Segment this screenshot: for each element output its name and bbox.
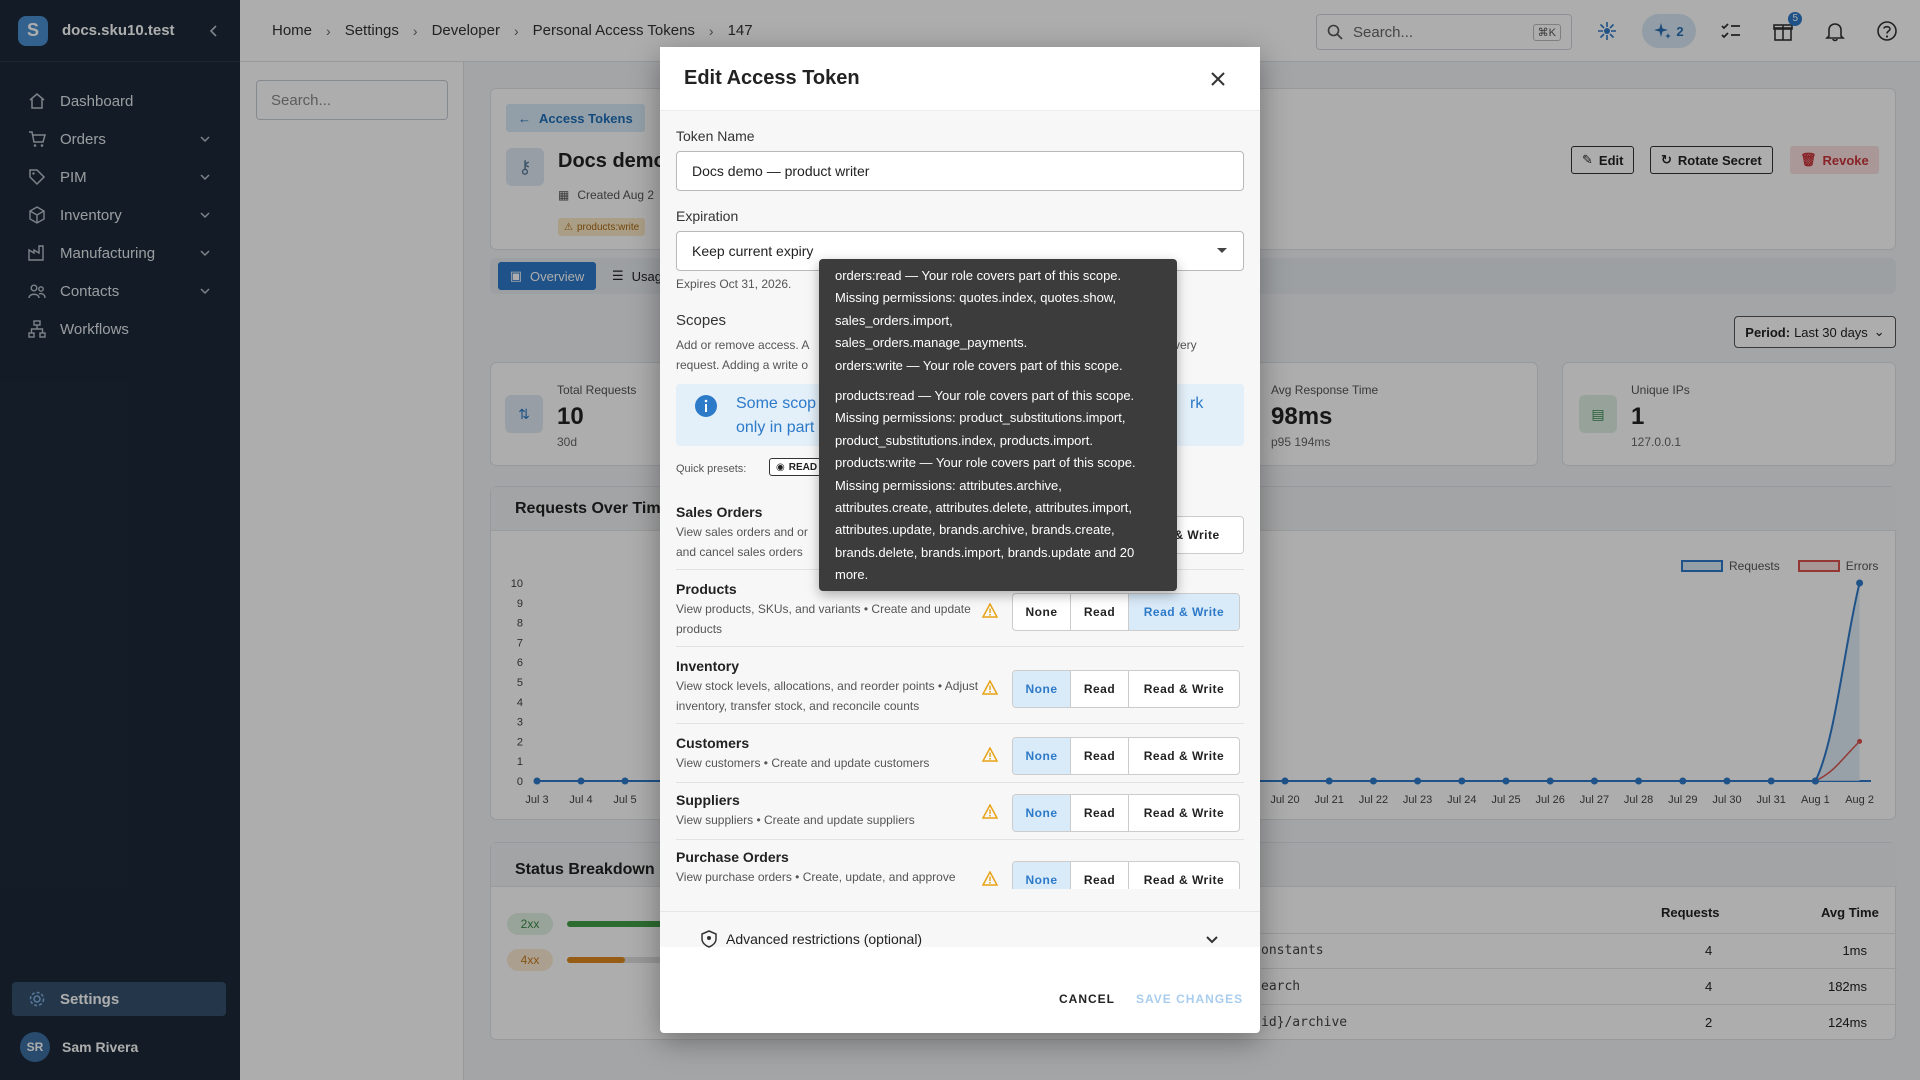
advanced-restrictions-toggle[interactable]: Advanced restrictions (optional)	[676, 918, 1244, 960]
scope-list-clip: Purchase Orders View purchase orders • C…	[660, 847, 1260, 889]
purchase-orders-access-toggle[interactable]: None Read Read & Write	[1012, 861, 1240, 889]
scope-desc: View customers • Create and update custo…	[676, 756, 930, 770]
info-line-1: Some scop	[736, 395, 817, 412]
suppliers-access-toggle[interactable]: None Read Read & Write	[1012, 794, 1240, 832]
tooltip-line: Missing permissions: quotes.index, quote…	[835, 290, 1117, 306]
option-read[interactable]: Read	[1071, 862, 1129, 889]
tooltip-line: Missing permissions: product_substitutio…	[835, 410, 1126, 426]
info-icon	[695, 395, 717, 417]
warning-icon	[982, 603, 998, 618]
tooltip-line: orders:read — Your role covers part of t…	[835, 268, 1122, 283]
scope-desc: View suppliers • Create and update suppl…	[676, 813, 915, 827]
option-read[interactable]: Read	[1071, 671, 1129, 707]
option-read-write[interactable]: Read & Write	[1129, 862, 1239, 889]
save-changes-button[interactable]: SAVE CHANGES	[1136, 992, 1243, 1006]
scopes-label: Scopes	[676, 312, 727, 329]
warning-icon	[982, 804, 998, 819]
chevron-down-icon	[1206, 936, 1218, 944]
close-icon[interactable]	[1206, 67, 1230, 91]
tooltip-line: more.	[835, 567, 869, 583]
scope-desc: View stock levels, allocations, and reor…	[676, 679, 979, 713]
scope-desc: View purchase orders • Create, update, a…	[676, 870, 956, 884]
preset-read-button[interactable]: ◉ READ	[769, 458, 825, 476]
tooltip-line: sales_orders.manage_payments.	[835, 335, 1028, 351]
tooltip-gap	[835, 377, 1161, 385]
dialog-section-divider	[660, 911, 1260, 912]
warning-icon	[982, 747, 998, 762]
tooltip-line: Missing permissions: attributes.archive,	[835, 477, 1062, 493]
cancel-button[interactable]: CANCEL	[1059, 992, 1115, 1006]
tooltip-line: attributes.update, brands.archive, brand…	[835, 522, 1115, 538]
customers-access-toggle[interactable]: None Read Read & Write	[1012, 737, 1240, 775]
caret-down-icon	[1217, 248, 1227, 253]
option-none[interactable]: None	[1013, 862, 1071, 889]
option-read-write[interactable]: Read & Write	[1129, 594, 1239, 630]
option-read[interactable]: Read	[1071, 594, 1129, 630]
token-name-label: Token Name	[676, 128, 755, 144]
option-read-write[interactable]: Read & Write	[1129, 671, 1239, 707]
token-name-input[interactable]: Docs demo — product writer	[676, 151, 1244, 191]
warning-icon	[982, 680, 998, 695]
info-line-2: only in part	[736, 419, 815, 436]
tooltip-line: orders:write — Your role covers part of …	[835, 357, 1123, 373]
shield-icon	[701, 930, 717, 948]
info-line-1b: rk	[1190, 395, 1204, 412]
expiration-label: Expiration	[676, 208, 739, 224]
scope-desc: View products, SKUs, and variants • Crea…	[676, 602, 971, 636]
preset-read-label: READ	[788, 461, 818, 473]
expires-helper: Expires Oct 31, 2026.	[676, 277, 792, 291]
tooltip-line: products:read — Your role covers part of…	[835, 388, 1135, 404]
advanced-label: Advanced restrictions (optional)	[726, 931, 923, 947]
scope-permissions-tooltip: orders:read — Your role covers part of t…	[819, 259, 1177, 591]
scope-divider	[676, 782, 1244, 783]
option-read-write[interactable]: Read & Write	[1129, 795, 1239, 831]
tooltip-line: products:write — Your role covers part o…	[835, 455, 1136, 471]
option-none[interactable]: None	[1013, 795, 1071, 831]
warning-icon	[982, 871, 998, 886]
scopes-help-1b: very	[1174, 338, 1197, 352]
scope-divider	[676, 839, 1244, 840]
tooltip-line: brands.delete, brands.import, brands.upd…	[835, 544, 1135, 560]
scopes-help-1: Add or remove access. A	[676, 338, 810, 352]
option-read-write[interactable]: Read & Write	[1129, 738, 1239, 774]
inventory-access-toggle[interactable]: None Read Read & Write	[1012, 670, 1240, 708]
tooltip-line: sales_orders.import,	[835, 312, 953, 328]
scopes-help-2: request. Adding a write o	[676, 358, 809, 372]
option-none[interactable]: None	[1013, 738, 1071, 774]
scope-divider	[676, 646, 1244, 647]
quick-presets-label: Quick presets:	[676, 463, 747, 475]
option-none[interactable]: None	[1013, 671, 1071, 707]
option-read[interactable]: Read	[1071, 795, 1129, 831]
scope-divider	[676, 723, 1244, 724]
option-none[interactable]: None	[1013, 594, 1071, 630]
tooltip-line: product_substitutions.index, products.im…	[835, 432, 1093, 448]
token-name-value: Docs demo — product writer	[692, 163, 870, 179]
eye-icon: ◉	[776, 461, 785, 473]
dialog-title: Edit Access Token	[684, 67, 860, 89]
expiration-value: Keep current expiry	[692, 243, 814, 259]
products-access-toggle[interactable]: None Read Read & Write	[1012, 593, 1240, 631]
option-read[interactable]: Read	[1071, 738, 1129, 774]
tooltip-line: attributes.create, attributes.delete, at…	[835, 500, 1132, 516]
